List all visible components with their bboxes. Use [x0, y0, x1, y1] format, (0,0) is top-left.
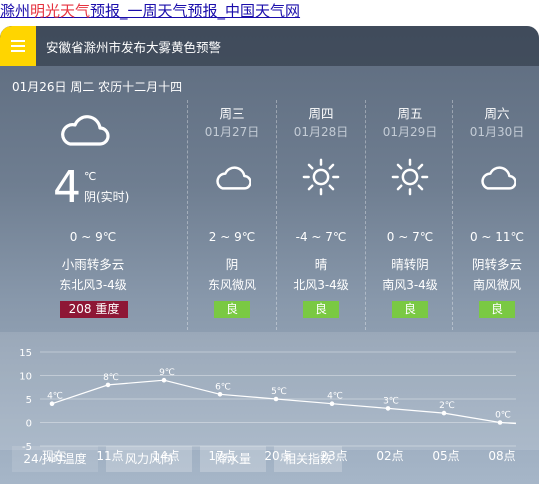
- tab-wind[interactable]: 风力风向: [106, 446, 192, 472]
- page-title-highlight[interactable]: 明光天气: [30, 2, 90, 20]
- y-tick-label: 10: [19, 372, 32, 383]
- current-temp: 4: [53, 162, 81, 213]
- alert-bar: 安徽省滁州市发布大雾黄色预警: [0, 26, 539, 66]
- temperature-point-label: 4℃: [47, 392, 63, 402]
- today-date-line: 01月26日 周二 农历十二月十四: [12, 80, 183, 94]
- y-tick-label: 0: [26, 419, 32, 430]
- forecast-weather: 晴转阴: [391, 257, 429, 272]
- forecast-weather: 晴: [314, 257, 328, 272]
- temperature-point-label: 4℃: [327, 392, 343, 402]
- forecast-wind: 东风微风: [207, 278, 256, 292]
- today-weather: 小雨转多云: [61, 257, 125, 272]
- forecast-range: 0 ~ 7℃: [386, 230, 434, 244]
- forecast-day-date: 01月29日: [382, 125, 438, 139]
- alert-text[interactable]: 安徽省滁州市发布大雾黄色预警: [46, 37, 221, 56]
- forecast-day-date: 01月30日: [469, 125, 525, 139]
- page-title-prefix[interactable]: 滁州: [0, 2, 30, 20]
- temperature-point-label: 2℃: [439, 401, 455, 411]
- tab-indices[interactable]: 相关指数: [274, 446, 342, 472]
- weather-panel: 安徽省滁州市发布大雾黄色预警 01月26日 周二 农历十二月十四 4 ℃ 阴(实…: [0, 26, 539, 484]
- quality-badge[interactable]: 良: [303, 301, 339, 318]
- forecast-day-name: 周四: [308, 106, 334, 121]
- today-block: 4 ℃ 阴(实时) 0 ~ 9℃ 小雨转多云 东北风3-4级 208 重度: [0, 96, 186, 326]
- x-tick-label: 08点: [488, 449, 515, 463]
- y-tick-label: 15: [19, 348, 32, 359]
- tab-precipitation[interactable]: 降水量: [200, 446, 266, 472]
- temperature-point-label: 3℃: [383, 396, 399, 406]
- temperature-point[interactable]: [329, 401, 335, 406]
- temperature-point[interactable]: [385, 406, 391, 411]
- forecast-day-name: 周五: [397, 106, 423, 121]
- temperature-chart: 151050-54℃现在8℃11点9℃14点6℃17点5℃20点4℃23点3℃0…: [19, 348, 517, 463]
- y-tick-label: 5: [26, 395, 32, 406]
- quality-badge[interactable]: 良: [214, 301, 250, 318]
- forecast-day-name: 周三: [219, 106, 245, 121]
- forecast-range: 0 ~ 11℃: [469, 230, 525, 244]
- temperature-chart-area: 15 10 5 0 -5 4℃ 现在 8℃ 11点 9℃ 14点 6℃ 17点 5℃ 20点 4℃ 23点 3℃ 0…: [0, 332, 539, 463]
- x-tick-label: 02点: [376, 449, 403, 463]
- forecast-range: 2 ~ 9℃: [208, 230, 256, 244]
- quality-badge[interactable]: 良: [479, 301, 515, 318]
- temperature-point[interactable]: [273, 396, 279, 402]
- forecast-day-date: 01月27日: [204, 125, 260, 139]
- page-title[interactable]: 滁州明光天气预报_一周天气预报_中国天气网: [0, 0, 300, 22]
- cloud-icon: [481, 166, 516, 190]
- temperature-point[interactable]: [161, 377, 167, 383]
- hamburger-icon[interactable]: [0, 26, 36, 66]
- forecast-weather: 阴: [225, 257, 239, 272]
- page-title-rest[interactable]: 预报_一周天气预报_中国天气网: [90, 2, 300, 20]
- forecast-wind: 南风3-4级: [382, 278, 438, 292]
- temperature-point[interactable]: [217, 392, 223, 397]
- temperature-point-label: 9℃: [159, 368, 175, 378]
- x-tick-label: 05点: [432, 449, 459, 463]
- tab-24h-temp[interactable]: 24小时温度: [12, 446, 98, 472]
- temperature-point-label: 0℃: [495, 411, 511, 421]
- aqi-badge[interactable]: 208 重度: [60, 301, 128, 318]
- temperature-point[interactable]: [497, 420, 503, 425]
- sun-icon: [302, 158, 340, 196]
- today-wind: 东北风3-4级: [59, 278, 127, 292]
- forecast-weather: 阴转多云: [471, 257, 522, 272]
- temperature-point-label: 6℃: [215, 382, 231, 392]
- forecast-day-name: 周六: [484, 106, 510, 121]
- temperature-point[interactable]: [49, 401, 55, 406]
- temperature-point[interactable]: [441, 410, 447, 416]
- forecast-day[interactable]: 周五 01月29日 0 ~ 7℃ 晴转阴 南风3-4级 良: [365, 100, 454, 330]
- forecast-day[interactable]: 周四 01月28日 -4 ~ 7℃ 晴 北风3-4级 良: [276, 100, 365, 330]
- today-range: 0 ~ 9℃: [69, 230, 117, 244]
- forecast-day-date: 01月28日: [293, 125, 349, 139]
- forecast-wind: 北风3-4级: [293, 278, 349, 292]
- quality-badge[interactable]: 良: [392, 301, 428, 318]
- cloud-icon: [61, 115, 110, 146]
- sun-icon: [391, 158, 429, 196]
- forecast-day[interactable]: 周三 01月27日 2 ~ 9℃ 阴 东风微风 良: [187, 100, 276, 330]
- temperature-point-label: 8℃: [103, 373, 119, 383]
- temperature-point[interactable]: [105, 382, 111, 388]
- current-temp-unit: ℃: [84, 170, 97, 183]
- realtime-label: 阴(实时): [84, 190, 130, 204]
- forecast-wind: 南风微风: [472, 278, 521, 292]
- forecast-range: -4 ~ 7℃: [295, 230, 347, 244]
- temperature-point-label: 5℃: [271, 387, 287, 397]
- cloud-icon: [216, 166, 251, 190]
- forecast-day[interactable]: 周六 01月30日 0 ~ 11℃ 阴转多云 南风微风 良: [452, 100, 539, 330]
